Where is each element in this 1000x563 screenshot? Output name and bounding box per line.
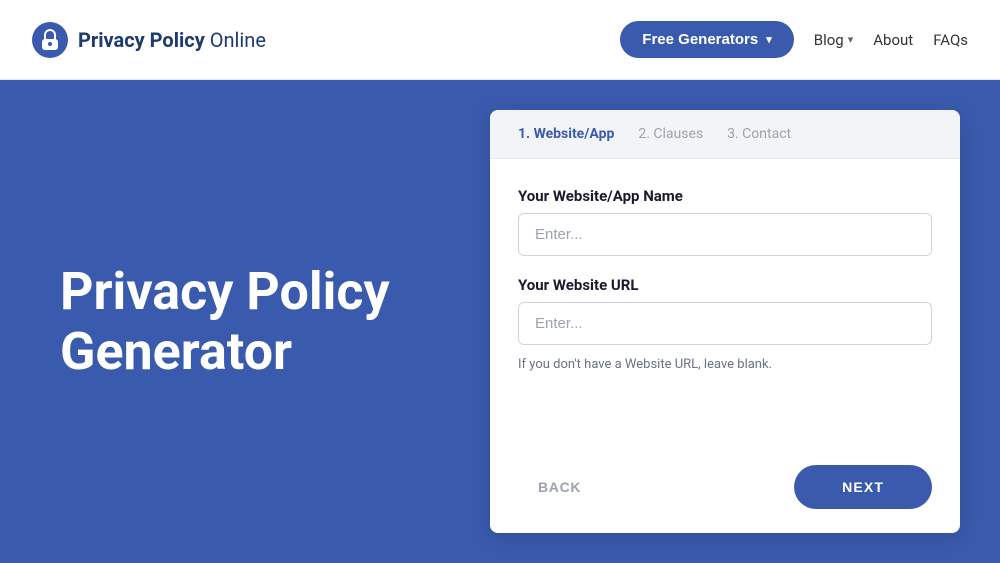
website-url-field-group: Your Website URL If you don't have a Web…: [518, 276, 932, 372]
website-url-hint: If you don't have a Website URL, leave b…: [518, 357, 932, 372]
about-link[interactable]: About: [873, 31, 913, 49]
main-content: Privacy Policy Generator 1. Website/App …: [0, 80, 1000, 563]
logo-area: Privacy Policy Online: [32, 22, 620, 58]
chevron-down-icon: ▾: [766, 33, 772, 46]
logo-icon: [32, 22, 68, 58]
main-nav: Free Generators ▾ Blog ▾ About FAQs: [620, 21, 968, 58]
left-panel: Privacy Policy Generator: [0, 80, 490, 563]
header: Privacy Policy Online Free Generators ▾ …: [0, 0, 1000, 80]
step-2[interactable]: 2. Clauses: [638, 126, 703, 142]
free-generators-button[interactable]: Free Generators ▾: [620, 21, 793, 58]
steps-bar: 1. Website/App 2. Clauses 3. Contact: [490, 110, 960, 159]
faqs-link[interactable]: FAQs: [933, 31, 968, 49]
step-1[interactable]: 1. Website/App: [518, 126, 614, 142]
app-name-field-group: Your Website/App Name: [518, 187, 932, 256]
website-url-input[interactable]: [518, 302, 932, 345]
page-title: Privacy Policy Generator: [60, 262, 390, 382]
blog-chevron-icon: ▾: [848, 33, 854, 46]
logo-text: Privacy Policy Online: [78, 28, 266, 52]
back-button[interactable]: BACK: [518, 467, 601, 507]
form-actions: BACK NEXT: [490, 449, 960, 533]
next-button[interactable]: NEXT: [794, 465, 932, 509]
website-url-label: Your Website URL: [518, 276, 932, 294]
form-body: Your Website/App Name Your Website URL I…: [490, 159, 960, 449]
step-3[interactable]: 3. Contact: [727, 126, 791, 142]
blog-link[interactable]: Blog ▾: [814, 31, 854, 49]
app-name-label: Your Website/App Name: [518, 187, 932, 205]
form-panel: 1. Website/App 2. Clauses 3. Contact You…: [490, 110, 960, 533]
app-name-input[interactable]: [518, 213, 932, 256]
